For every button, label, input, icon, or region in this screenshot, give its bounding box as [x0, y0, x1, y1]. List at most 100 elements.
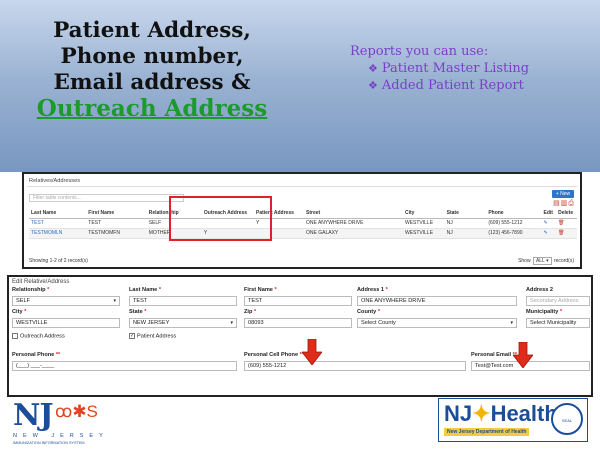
column-header[interactable]: Last Name [29, 208, 87, 219]
required-mark: ** [55, 352, 61, 358]
reports-title: Reports you can use: [350, 44, 489, 59]
state-select[interactable]: NEW JERSEY ▾ [129, 318, 237, 328]
address2-field[interactable]: Secondary Address [526, 296, 590, 306]
zip-field[interactable]: 08093 [244, 318, 352, 328]
reports-callout: Reports you can use: ❖ Patient Master Lis… [350, 43, 580, 94]
table-row[interactable]: TESTMOMLN TESTMOMFN MOTHER Y ONE GALAXY … [29, 228, 577, 239]
edit-relative-panel: Edit Relative/Address Relationship * SEL… [7, 275, 593, 397]
table-row[interactable]: TEST TEST SELF Y ONE ANYWHERE DRIVE WEST… [29, 218, 577, 229]
page-size-select[interactable]: ALL ▾ [532, 257, 552, 265]
municipality-select[interactable]: Select Municipality [526, 318, 590, 328]
select-value: SELF [16, 298, 30, 304]
checkbox-checked-icon[interactable]: ✓ [129, 333, 135, 339]
export-icons: ▤▥⎙ [550, 200, 574, 208]
slide-headline: Patient Address, Phone number, Email add… [22, 18, 282, 122]
city-label: City * [12, 309, 26, 315]
outreach-address-checkbox[interactable]: Outreach Address [12, 333, 65, 339]
required-mark: * [47, 287, 50, 293]
label-text: City [12, 309, 23, 315]
required-mark: * [377, 309, 381, 315]
label-text: Municipality [526, 309, 559, 315]
cell-first-name: TEST [86, 218, 147, 229]
cell-street: ONE ANYWHERE DRIVE [304, 218, 403, 229]
municipality-label: Municipality * [526, 309, 562, 315]
cell-phone: (123) 456-7890 [486, 228, 542, 239]
relationship-select[interactable]: SELF ▾ [12, 296, 120, 306]
njiis-logo-tagline: IMMUNIZATION INFORMATION SYSTEM [13, 441, 85, 445]
column-header[interactable]: First Name [86, 208, 147, 219]
label-text: Personal Phone [12, 352, 55, 358]
county-label: County * [357, 309, 380, 315]
edit-icon[interactable]: ✎ [541, 218, 557, 229]
trash-icon[interactable]: 🗑 [556, 218, 577, 229]
njiis-logo-state: NEW JERSEY [13, 433, 109, 439]
first-name-field[interactable]: TEST [244, 296, 352, 306]
column-header[interactable]: Phone [486, 208, 542, 219]
cell-state: NJ [444, 228, 487, 239]
red-arrow-icon [512, 341, 534, 369]
required-mark: * [144, 309, 147, 315]
patient-address-checkbox[interactable]: ✓ Patient Address [129, 333, 176, 339]
panel-divider [27, 186, 577, 187]
cell-phone-label: Personal Cell Phone ** [244, 352, 304, 358]
personal-phone-field[interactable]: (___) ___-____ [12, 361, 237, 371]
new-relative-button[interactable]: + New [552, 190, 574, 198]
zip-label: Zip * [244, 309, 256, 315]
county-select[interactable]: Select County ▾ [357, 318, 517, 328]
label-text: First Name [244, 287, 273, 293]
label-text: State [129, 309, 143, 315]
reports-item-label: Patient Master Listing [381, 61, 530, 76]
label-text: Zip [244, 309, 253, 315]
required-mark: * [274, 287, 277, 293]
njiis-logo-figures: ꝏ✱S [55, 402, 98, 421]
checkbox-label: Outreach Address [20, 333, 65, 340]
njiis-logo-letters: NJ [13, 398, 54, 433]
personal-phone-label: Personal Phone ** [12, 352, 60, 358]
red-arrow-icon [301, 338, 323, 366]
address1-field[interactable]: ONE ANYWHERE DRIVE [357, 296, 517, 306]
trash-icon[interactable]: 🗑 [556, 228, 577, 239]
edit-icon[interactable]: ✎ [541, 228, 557, 239]
cell-state: NJ [444, 218, 487, 229]
label-text: Personal Email [471, 352, 512, 358]
print-icon[interactable]: ⎙ [568, 200, 574, 207]
diamond-bullet-icon: ❖ [368, 79, 378, 92]
excel-icon[interactable]: ▥ [561, 200, 568, 207]
first-name-label: First Name * [244, 287, 277, 293]
checkbox-label: Patient Address [137, 333, 177, 340]
required-mark: * [158, 287, 162, 293]
nj-health-wordmark: NJ✦Health [444, 401, 558, 427]
cell-first-name: TESTMOMFN [86, 228, 147, 239]
headline-highlight: Outreach Address [36, 95, 268, 122]
last-name-field[interactable]: TEST [129, 296, 237, 306]
diamond-bullet-icon: ❖ [368, 62, 378, 75]
state-label: State * [129, 309, 146, 315]
address2-label: Address 2 [526, 287, 554, 293]
nj-health-tagline: New Jersey Department of Health [444, 428, 530, 436]
required-mark: * [559, 309, 563, 315]
pdf-icon[interactable]: ▤ [553, 200, 560, 207]
page-size-control: Show ALL ▾ record(s) [518, 257, 574, 265]
filter-input[interactable]: Filter table contents... [29, 194, 184, 202]
caret-down-icon: ▾ [113, 298, 116, 304]
checkbox-unchecked-icon[interactable] [12, 333, 18, 339]
cell-phone-field[interactable]: (609) 555-1212 [244, 361, 466, 371]
cell-city: WESTVILLE [402, 218, 445, 229]
relatives-panel-title: Relatives/Addresses [29, 178, 80, 184]
cell-street: ONE GALAXY [304, 228, 403, 239]
nj-letters: NJ [444, 401, 473, 426]
label-text: Personal Cell Phone [244, 352, 299, 358]
column-header[interactable]: State [444, 208, 487, 219]
column-header[interactable]: Street [304, 208, 403, 219]
cell-city: WESTVILLE [402, 228, 445, 239]
column-header: Delete [556, 208, 577, 219]
column-header[interactable]: City [402, 208, 445, 219]
required-mark: * [253, 309, 257, 315]
cell-last-name[interactable]: TEST [29, 218, 87, 229]
city-field[interactable]: WESTVILLE [12, 318, 120, 328]
required-mark: * [24, 309, 27, 315]
relatives-panel: Relatives/Addresses Filter table content… [22, 172, 582, 269]
reports-item: ❖ Added Patient Report [350, 77, 580, 94]
cell-last-name[interactable]: TESTMOMLN [29, 228, 87, 239]
table-header-row: Last Name First Name Relationship Outrea… [29, 208, 577, 219]
